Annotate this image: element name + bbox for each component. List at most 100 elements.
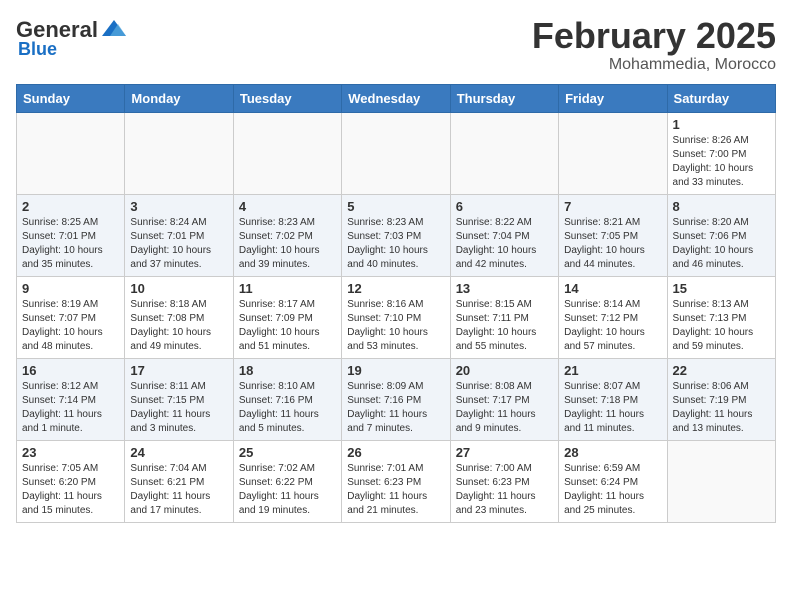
day-cell — [450, 112, 558, 194]
calendar-table: SundayMondayTuesdayWednesdayThursdayFrid… — [16, 84, 776, 523]
day-number: 17 — [130, 363, 227, 378]
day-cell: 26 Sunrise: 7:01 AMSunset: 6:23 PMDayligh… — [342, 440, 450, 522]
day-cell: 24Sunrise: 7:04 AMSunset: 6:21 PMDayligh… — [125, 440, 233, 522]
day-info: Sunrise: 8:07 AMSunset: 7:18 PMDaylight:… — [564, 380, 661, 436]
day-number: 10 — [130, 281, 227, 296]
day-cell: 17 Sunrise: 8:11 AMSunset: 7:15 PMDayligh… — [125, 358, 233, 440]
weekday-header-thursday: Thursday — [450, 84, 558, 112]
day-cell — [559, 112, 667, 194]
day-cell: 1Sunrise: 8:26 AMSunset: 7:00 PMDaylight… — [667, 112, 775, 194]
day-info: Sunrise: 8:14 AMSunset: 7:12 PMDaylight:… — [564, 298, 661, 354]
day-cell: 12 Sunrise: 8:16 AMSunset: 7:10 PMDayligh… — [342, 276, 450, 358]
day-cell: 9 Sunrise: 8:19 AMSunset: 7:07 PMDaylight… — [17, 276, 125, 358]
day-info: Sunrise: 8:21 AMSunset: 7:05 PMDaylight:… — [564, 216, 661, 272]
day-number: 8 — [673, 199, 770, 214]
day-number: 23 — [22, 445, 119, 460]
logo: General Blue — [16, 16, 128, 58]
week-row-4: 16 Sunrise: 8:12 AMSunset: 7:14 PMDayligh… — [17, 358, 776, 440]
day-number: 14 — [564, 281, 661, 296]
day-info: Sunrise: 7:00 AMSunset: 6:23 PMDaylight:… — [456, 462, 553, 518]
day-info: Sunrise: 8:17 AMSunset: 7:09 PMDaylight:… — [239, 298, 336, 354]
day-cell: 14 Sunrise: 8:14 AMSunset: 7:12 PMDayligh… — [559, 276, 667, 358]
week-row-2: 2 Sunrise: 8:25 AMSunset: 7:01 PMDaylight… — [17, 194, 776, 276]
day-cell: 8 Sunrise: 8:20 AMSunset: 7:06 PMDaylight… — [667, 194, 775, 276]
day-number: 3 — [130, 199, 227, 214]
day-number: 15 — [673, 281, 770, 296]
day-cell: 13 Sunrise: 8:15 AMSunset: 7:11 PMDayligh… — [450, 276, 558, 358]
day-number: 6 — [456, 199, 553, 214]
day-number: 26 — [347, 445, 444, 460]
day-cell: 11 Sunrise: 8:17 AMSunset: 7:09 PMDayligh… — [233, 276, 341, 358]
day-number: 2 — [22, 199, 119, 214]
day-info: Sunrise: 8:18 AMSunset: 7:08 PMDaylight:… — [130, 298, 227, 354]
day-cell: 28 Sunrise: 6:59 AMSunset: 6:24 PMDayligh… — [559, 440, 667, 522]
day-cell — [233, 112, 341, 194]
day-info: Sunrise: 8:16 AMSunset: 7:10 PMDaylight:… — [347, 298, 444, 354]
logo-icon — [100, 16, 128, 44]
day-number: 27 — [456, 445, 553, 460]
day-number: 11 — [239, 281, 336, 296]
day-cell: 4 Sunrise: 8:23 AMSunset: 7:02 PMDaylight… — [233, 194, 341, 276]
day-cell: 2 Sunrise: 8:25 AMSunset: 7:01 PMDaylight… — [17, 194, 125, 276]
day-number: 7 — [564, 199, 661, 214]
day-number: 12 — [347, 281, 444, 296]
day-info: Sunrise: 8:25 AMSunset: 7:01 PMDaylight:… — [22, 216, 119, 272]
day-cell — [125, 112, 233, 194]
day-info: Sunrise: 8:23 AMSunset: 7:03 PMDaylight:… — [347, 216, 444, 272]
day-number: 4 — [239, 199, 336, 214]
day-number: 16 — [22, 363, 119, 378]
day-number: 19 — [347, 363, 444, 378]
day-cell: 20 Sunrise: 8:08 AMSunset: 7:17 PMDayligh… — [450, 358, 558, 440]
day-cell: 15 Sunrise: 8:13 AMSunset: 7:13 PMDayligh… — [667, 276, 775, 358]
day-cell: 21 Sunrise: 8:07 AMSunset: 7:18 PMDayligh… — [559, 358, 667, 440]
day-cell: 5Sunrise: 8:23 AMSunset: 7:03 PMDaylight… — [342, 194, 450, 276]
day-cell: 27 Sunrise: 7:00 AMSunset: 6:23 PMDayligh… — [450, 440, 558, 522]
day-cell: 7 Sunrise: 8:21 AMSunset: 7:05 PMDaylight… — [559, 194, 667, 276]
day-number: 22 — [673, 363, 770, 378]
day-info: Sunrise: 8:20 AMSunset: 7:06 PMDaylight:… — [673, 216, 770, 272]
day-info: Sunrise: 8:12 AMSunset: 7:14 PMDaylight:… — [22, 380, 119, 436]
day-number: 13 — [456, 281, 553, 296]
day-info: Sunrise: 8:09 AMSunset: 7:16 PMDaylight:… — [347, 380, 444, 436]
day-cell — [17, 112, 125, 194]
day-cell: 3 Sunrise: 8:24 AMSunset: 7:01 PMDaylight… — [125, 194, 233, 276]
day-info: Sunrise: 8:13 AMSunset: 7:13 PMDaylight:… — [673, 298, 770, 354]
logo-general-text: General — [16, 19, 98, 41]
weekday-header-wednesday: Wednesday — [342, 84, 450, 112]
day-number: 20 — [456, 363, 553, 378]
day-number: 24 — [130, 445, 227, 460]
day-info: Sunrise: 8:23 AMSunset: 7:02 PMDaylight:… — [239, 216, 336, 272]
day-info: Sunrise: 8:22 AMSunset: 7:04 PMDaylight:… — [456, 216, 553, 272]
title-block: February 2025 Mohammedia, Morocco — [532, 16, 776, 74]
day-info: Sunrise: 6:59 AMSunset: 6:24 PMDaylight:… — [564, 462, 661, 518]
day-number: 1 — [673, 117, 770, 132]
day-cell: 25Sunrise: 7:02 AMSunset: 6:22 PMDayligh… — [233, 440, 341, 522]
day-cell: 16 Sunrise: 8:12 AMSunset: 7:14 PMDayligh… — [17, 358, 125, 440]
day-info: Sunrise: 8:15 AMSunset: 7:11 PMDaylight:… — [456, 298, 553, 354]
day-info: Sunrise: 8:19 AMSunset: 7:07 PMDaylight:… — [22, 298, 119, 354]
day-cell: 23Sunrise: 7:05 AMSunset: 6:20 PMDayligh… — [17, 440, 125, 522]
week-row-3: 9 Sunrise: 8:19 AMSunset: 7:07 PMDaylight… — [17, 276, 776, 358]
day-cell: 19 Sunrise: 8:09 AMSunset: 7:16 PMDayligh… — [342, 358, 450, 440]
weekday-header-sunday: Sunday — [17, 84, 125, 112]
day-info: Sunrise: 8:10 AMSunset: 7:16 PMDaylight:… — [239, 380, 336, 436]
week-row-5: 23Sunrise: 7:05 AMSunset: 6:20 PMDayligh… — [17, 440, 776, 522]
day-number: 28 — [564, 445, 661, 460]
day-cell — [342, 112, 450, 194]
day-cell: 22Sunrise: 8:06 AMSunset: 7:19 PMDayligh… — [667, 358, 775, 440]
week-row-1: 1Sunrise: 8:26 AMSunset: 7:00 PMDaylight… — [17, 112, 776, 194]
day-info: Sunrise: 8:08 AMSunset: 7:17 PMDaylight:… — [456, 380, 553, 436]
day-number: 21 — [564, 363, 661, 378]
weekday-header-monday: Monday — [125, 84, 233, 112]
page-header: General Blue February 2025 Mohammedia, M… — [16, 16, 776, 74]
day-info: Sunrise: 8:11 AMSunset: 7:15 PMDaylight:… — [130, 380, 227, 436]
weekday-header-tuesday: Tuesday — [233, 84, 341, 112]
day-cell: 10 Sunrise: 8:18 AMSunset: 7:08 PMDayligh… — [125, 276, 233, 358]
day-number: 9 — [22, 281, 119, 296]
day-cell: 18Sunrise: 8:10 AMSunset: 7:16 PMDayligh… — [233, 358, 341, 440]
day-info: Sunrise: 7:01 AMSunset: 6:23 PMDaylight:… — [347, 462, 444, 518]
day-info: Sunrise: 8:24 AMSunset: 7:01 PMDaylight:… — [130, 216, 227, 272]
weekday-header-saturday: Saturday — [667, 84, 775, 112]
month-title: February 2025 — [532, 16, 776, 56]
day-cell — [667, 440, 775, 522]
